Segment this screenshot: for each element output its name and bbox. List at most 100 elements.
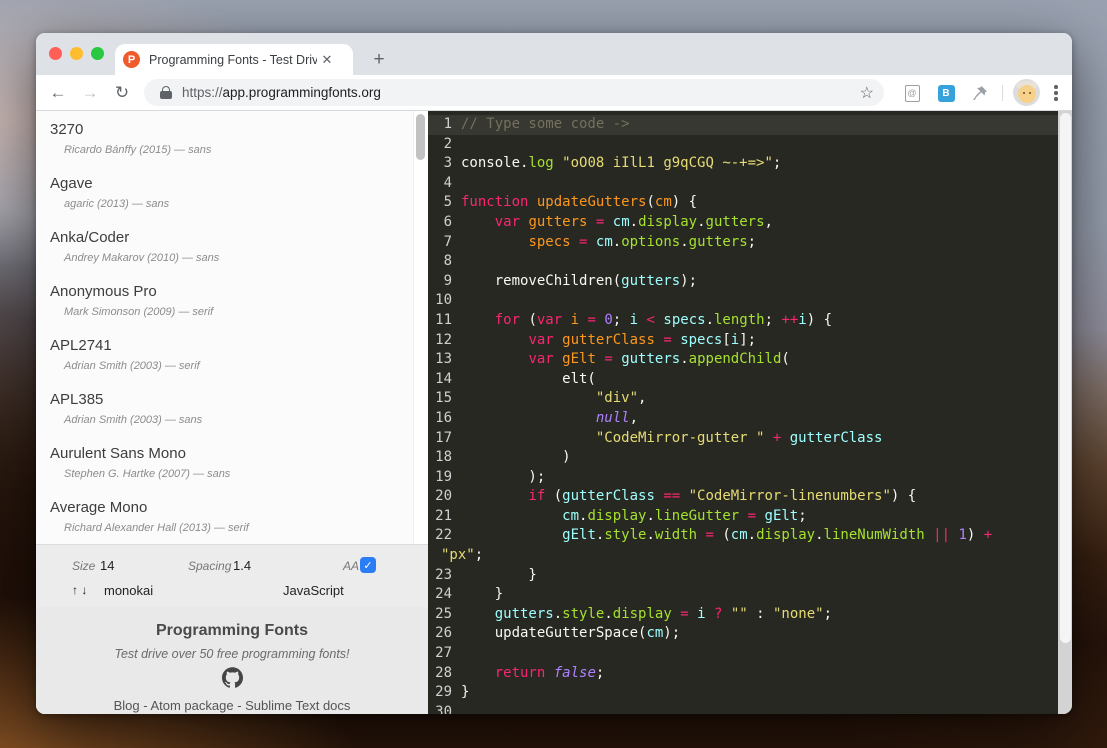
- url-text[interactable]: https://app.programmingfonts.org: [182, 85, 381, 100]
- code-text[interactable]: var gElt = gutters.appendChild(: [461, 350, 789, 370]
- code-line[interactable]: 28 return false;: [428, 664, 1058, 684]
- code-line[interactable]: 13 var gElt = gutters.appendChild(: [428, 350, 1058, 370]
- font-list-item[interactable]: Anka/Coder Andrey Makarov (2010) — sans: [36, 219, 428, 273]
- font-name[interactable]: Anonymous Pro: [50, 283, 428, 300]
- font-name[interactable]: APL2741: [50, 337, 428, 354]
- code-line[interactable]: 16 null,: [428, 409, 1058, 429]
- code-line[interactable]: 10: [428, 291, 1058, 311]
- pin-extension-button[interactable]: [966, 79, 994, 107]
- code-text[interactable]: gutters.style.display = i ? "" : "none";: [461, 605, 832, 625]
- bookmark-star-icon[interactable]: ☆: [860, 83, 874, 103]
- code-line[interactable]: 29}: [428, 683, 1058, 703]
- font-list-item[interactable]: 3270 Ricardo Bánffy (2015) — sans: [36, 111, 428, 165]
- code-line[interactable]: 3 console.log "oO08 iIlL1 g9qCGQ ~-+=>";: [428, 154, 1058, 174]
- code-text[interactable]: specs = cm.options.gutters;: [461, 233, 756, 253]
- footer-link[interactable]: Atom package: [150, 698, 233, 713]
- code-line[interactable]: 4: [428, 174, 1058, 194]
- font-name[interactable]: 3270: [50, 121, 428, 138]
- font-list-item[interactable]: APL2741 Adrian Smith (2003) — serif: [36, 327, 428, 381]
- footer-link[interactable]: Sublime Text docs: [245, 698, 350, 713]
- code-text[interactable]: "px";: [441, 546, 483, 566]
- code-line[interactable]: 19 );: [428, 468, 1058, 488]
- code-line[interactable]: 30: [428, 703, 1058, 714]
- code-text[interactable]: function updateGutters(cm) {: [461, 193, 697, 213]
- font-name[interactable]: Aurulent Sans Mono: [50, 445, 428, 462]
- code-text[interactable]: cm.display.lineGutter = gElt;: [461, 507, 807, 527]
- font-name[interactable]: Average Mono: [50, 499, 428, 516]
- code-line[interactable]: 7 specs = cm.options.gutters;: [428, 233, 1058, 253]
- code-line[interactable]: 23 }: [428, 566, 1058, 586]
- code-line[interactable]: 21 cm.display.lineGutter = gElt;: [428, 507, 1058, 527]
- sidebar-scrollbar[interactable]: [413, 111, 428, 544]
- code-text[interactable]: "CodeMirror-gutter " + gutterClass: [461, 429, 883, 449]
- code-text[interactable]: console.log "oO08 iIlL1 g9qCGQ ~-+=>";: [461, 154, 781, 174]
- size-value[interactable]: 14: [100, 558, 114, 573]
- forward-icon[interactable]: →: [76, 79, 104, 107]
- fullscreen-window-button[interactable]: [91, 47, 104, 60]
- code-line[interactable]: 26 updateGutterSpace(cm);: [428, 624, 1058, 644]
- code-text[interactable]: return false;: [461, 664, 605, 684]
- code-text[interactable]: "div",: [461, 389, 647, 409]
- page-scrollbar[interactable]: [1058, 111, 1072, 714]
- code-editor[interactable]: 1// Type some code -> 2 3 console.log "oO08…: [428, 111, 1058, 714]
- code-line[interactable]: 9 removeChildren(gutters);: [428, 272, 1058, 292]
- code-line[interactable]: 22 gElt.style.width = (cm.display.lineNu…: [428, 526, 1058, 546]
- browser-menu-icon[interactable]: [1042, 79, 1070, 107]
- code-text[interactable]: null,: [461, 409, 638, 429]
- aa-checkbox[interactable]: ✓: [360, 557, 376, 573]
- code-line[interactable]: 6 var gutters = cm.display.gutters,: [428, 213, 1058, 233]
- new-tab-button[interactable]: +: [363, 44, 395, 75]
- language-select[interactable]: JavaScript: [283, 583, 344, 598]
- code-line[interactable]: 18 ): [428, 448, 1058, 468]
- code-text[interactable]: // Type some code ->: [461, 115, 630, 135]
- page-scrollbar-thumb[interactable]: [1059, 113, 1071, 643]
- code-line[interactable]: 1 // Type some code ->: [428, 115, 1058, 135]
- tab-close-icon[interactable]: ✕: [319, 53, 335, 66]
- code-text[interactable]: if (gutterClass == "CodeMirror-linenumbe…: [461, 487, 916, 507]
- theme-select[interactable]: monokai: [104, 583, 153, 598]
- sidebar-scrollbar-thumb[interactable]: [416, 114, 425, 160]
- code-line[interactable]: 8: [428, 252, 1058, 272]
- extension-doc-button[interactable]: @: [898, 79, 926, 107]
- code-line[interactable]: 11 for (var i = 0; i < specs.length; ++i…: [428, 311, 1058, 331]
- github-link[interactable]: [36, 667, 428, 693]
- font-list-item[interactable]: Agave agaric (2013) — sans: [36, 165, 428, 219]
- spacing-value[interactable]: 1.4: [233, 558, 251, 573]
- code-text[interactable]: }: [461, 566, 536, 586]
- address-bar[interactable]: https://app.programmingfonts.org ☆: [144, 79, 884, 106]
- font-name[interactable]: Agave: [50, 175, 428, 192]
- code-line[interactable]: 14 elt(: [428, 370, 1058, 390]
- code-text[interactable]: elt(: [461, 370, 596, 390]
- code-text[interactable]: ): [461, 448, 570, 468]
- font-list-item[interactable]: Anonymous Pro Mark Simonson (2009) — seri…: [36, 273, 428, 327]
- code-text[interactable]: gElt.style.width = (cm.display.lineNumWi…: [461, 526, 992, 546]
- code-line[interactable]: 5 function updateGutters(cm) {: [428, 193, 1058, 213]
- code-text[interactable]: var gutterClass = specs[i];: [461, 331, 756, 351]
- back-icon[interactable]: ←: [44, 79, 72, 107]
- browser-tab[interactable]: P Programming Fonts - Test Driv ✕: [115, 44, 353, 75]
- minimize-window-button[interactable]: [70, 47, 83, 60]
- code-line[interactable]: 20 if (gutterClass == "CodeMirror-linenu…: [428, 487, 1058, 507]
- extension-b-button[interactable]: B: [932, 79, 960, 107]
- code-line[interactable]: 15 "div",: [428, 389, 1058, 409]
- theme-stepper[interactable]: ↑ ↓: [72, 583, 87, 597]
- font-list-item[interactable]: APL385 Adrian Smith (2003) — sans: [36, 381, 428, 435]
- code-line[interactable]: 17 "CodeMirror-gutter " + gutterClass: [428, 429, 1058, 449]
- code-text[interactable]: }: [461, 585, 503, 605]
- code-line[interactable]: 12 var gutterClass = specs[i];: [428, 331, 1058, 351]
- font-name[interactable]: Anka/Coder: [50, 229, 428, 246]
- font-list-item[interactable]: Aurulent Sans Mono Stephen G. Hartke (200…: [36, 435, 428, 489]
- code-text[interactable]: );: [461, 468, 545, 488]
- code-line[interactable]: 2: [428, 135, 1058, 155]
- code-text[interactable]: for (var i = 0; i < specs.length; ++i) {: [461, 311, 832, 331]
- code-text[interactable]: removeChildren(gutters);: [461, 272, 697, 292]
- code-text[interactable]: }: [461, 683, 469, 703]
- font-list-item[interactable]: Average Mono Richard Alexander Hall (2013…: [36, 489, 428, 543]
- code-line[interactable]: 24 }: [428, 585, 1058, 605]
- code-line[interactable]: 27: [428, 644, 1058, 664]
- footer-link[interactable]: Blog: [114, 698, 140, 713]
- close-window-button[interactable]: [49, 47, 62, 60]
- code-text[interactable]: updateGutterSpace(cm);: [461, 624, 680, 644]
- reload-icon[interactable]: ↻: [108, 79, 136, 107]
- code-line[interactable]: 25 gutters.style.display = i ? "" : "non…: [428, 605, 1058, 625]
